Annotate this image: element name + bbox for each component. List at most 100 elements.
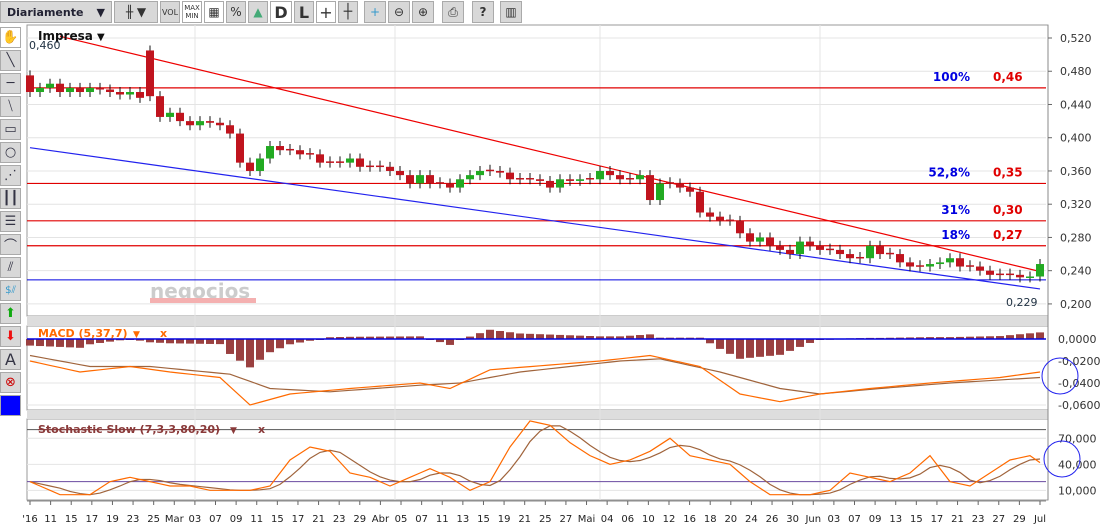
candle-body <box>556 179 564 188</box>
macd-label: MACD (5,37,7) <box>38 327 128 340</box>
crosshair-l-button[interactable]: ┼ <box>338 1 358 23</box>
macd-close-button[interactable]: x <box>160 327 167 340</box>
candle-body <box>346 158 354 163</box>
candle-body <box>576 179 584 181</box>
candle-body <box>226 125 234 134</box>
macd-menu-icon[interactable]: ▼ <box>133 330 140 340</box>
support-trendline <box>29 147 1041 290</box>
macd-histogram-bar <box>856 338 864 340</box>
manual-button[interactable]: ▥ <box>500 1 522 23</box>
area-icon: ▲ <box>253 5 263 19</box>
macd-histogram-bar <box>796 339 804 347</box>
macd-histogram-bar <box>226 339 234 354</box>
area-button[interactable]: ▲ <box>248 1 268 23</box>
candle-body <box>656 183 664 201</box>
candle-body <box>406 175 414 184</box>
grid-icon: ▦ <box>208 5 220 19</box>
horizontal-line-tool[interactable]: ─ <box>0 73 21 94</box>
print-icon: ⎙ <box>448 4 458 19</box>
macd-histogram-bar <box>276 339 284 349</box>
macd-histogram-bar <box>36 339 44 347</box>
delete-tool[interactable]: ⊗ <box>0 372 21 393</box>
candle-body <box>466 175 474 180</box>
zoom-out-icon: ⊖ <box>393 5 405 19</box>
macd-y-tick-label: -0,0400 <box>1058 377 1100 390</box>
period-select[interactable]: Diariamente ▼ <box>0 1 112 23</box>
macd-histogram-bar <box>396 336 404 339</box>
percent-button[interactable]: % <box>226 1 246 23</box>
dollar-channel-icon: $⫽ <box>5 285 16 296</box>
candle-body <box>66 87 74 93</box>
line-tool[interactable]: ╲ <box>0 50 21 71</box>
date-label: 23 <box>333 514 346 525</box>
text-tool[interactable]: A <box>0 349 21 370</box>
fib-percent: 100% <box>933 70 970 84</box>
candle-body <box>936 262 944 265</box>
chart-area[interactable]: 0,520 0,480 0,440 0,400 0,360 0,320 0,280 0,240… <box>0 0 1105 529</box>
horizontal-grid-tool[interactable]: ☰ <box>0 211 21 232</box>
chart-type-button[interactable]: ╫ ▼ <box>114 1 158 23</box>
zoom-out-button[interactable]: ⊖ <box>388 1 410 23</box>
candle-body <box>136 92 144 98</box>
crosshair-button[interactable]: + <box>316 1 336 23</box>
fan-icon: ⋰ <box>4 168 17 183</box>
splitter-handle[interactable] <box>27 410 1048 419</box>
date-label: 25 <box>539 514 552 525</box>
zoom-in-button[interactable]: ⊕ <box>412 1 434 23</box>
candle-body <box>396 170 404 176</box>
channel-tool[interactable]: ⫽ <box>0 257 21 278</box>
dollar-channel-tool[interactable]: $⫽ <box>0 280 21 301</box>
vertical-grid-tool[interactable]: ┃┃ <box>0 188 21 209</box>
stoch-y-tick-label: 10,000 <box>1058 484 1097 497</box>
parallel-lines-tool[interactable]: ⧹ <box>0 96 21 117</box>
macd-histogram-bar <box>56 339 64 347</box>
macd-histogram-bar <box>776 339 784 355</box>
macd-histogram-bar <box>686 337 694 339</box>
instrument-menu-icon[interactable]: ▼ <box>97 32 105 43</box>
fan-tool[interactable]: ⋰ <box>0 165 21 186</box>
toolbar: Diariamente ▼ ╫ ▼ VOL MAX MIN ▦ % ▲ D L + … <box>0 0 1105 24</box>
candle-body <box>76 87 84 93</box>
macd-y-tick-label: -0,0600 <box>1058 399 1100 412</box>
date-label: '16 <box>22 514 37 525</box>
arc-icon: ⌒ <box>3 239 17 254</box>
circle-tool[interactable]: ○ <box>0 142 21 163</box>
candle-body <box>256 158 264 171</box>
candle-body <box>506 172 514 180</box>
macd-histogram-bar <box>306 339 314 341</box>
max-min-button[interactable]: MAX MIN <box>182 1 202 23</box>
macd-histogram-bar <box>496 331 504 339</box>
arc-tool[interactable]: ⌒ <box>0 234 21 255</box>
stoch-menu-icon[interactable]: ▼ <box>230 426 237 436</box>
macd-histogram-bar <box>516 333 524 339</box>
date-label: 15 <box>910 514 923 525</box>
macd-histogram-bar <box>676 337 684 339</box>
macd-histogram-bar <box>766 339 774 356</box>
rectangle-tool[interactable]: ▭ <box>0 119 21 140</box>
candle-body <box>46 83 54 88</box>
d-button[interactable]: D <box>270 1 292 23</box>
candle-body <box>736 220 744 234</box>
fib-percent: 31% <box>941 203 970 217</box>
splitter-handle[interactable] <box>27 316 1048 326</box>
help-button[interactable]: ? <box>472 1 494 23</box>
y-tick-label: 0,240 <box>1060 265 1092 278</box>
sell-arrow-tool[interactable]: ⬇ <box>0 326 21 347</box>
instrument-title: Impresa <box>38 29 93 43</box>
color-picker[interactable] <box>0 395 21 416</box>
macd-histogram-bar <box>846 338 854 340</box>
print-button[interactable]: ⎙ <box>442 1 464 23</box>
l-button[interactable]: L <box>294 1 314 23</box>
macd-histogram-bar <box>626 335 634 339</box>
volume-button[interactable]: VOL <box>160 1 180 23</box>
date-label: 15 <box>271 514 284 525</box>
macd-histogram-bar <box>1016 334 1024 339</box>
grid-button[interactable]: ▦ <box>204 1 224 23</box>
macd-histogram-bar <box>106 339 114 342</box>
date-label: Jun <box>804 514 821 525</box>
date-label: 15 <box>65 514 78 525</box>
stoch-close-button[interactable]: x <box>258 423 265 436</box>
hand-tool[interactable]: ✋ <box>0 27 21 48</box>
buy-arrow-tool[interactable]: ⬆ <box>0 303 21 324</box>
add-indicator-button[interactable]: + <box>364 1 386 23</box>
